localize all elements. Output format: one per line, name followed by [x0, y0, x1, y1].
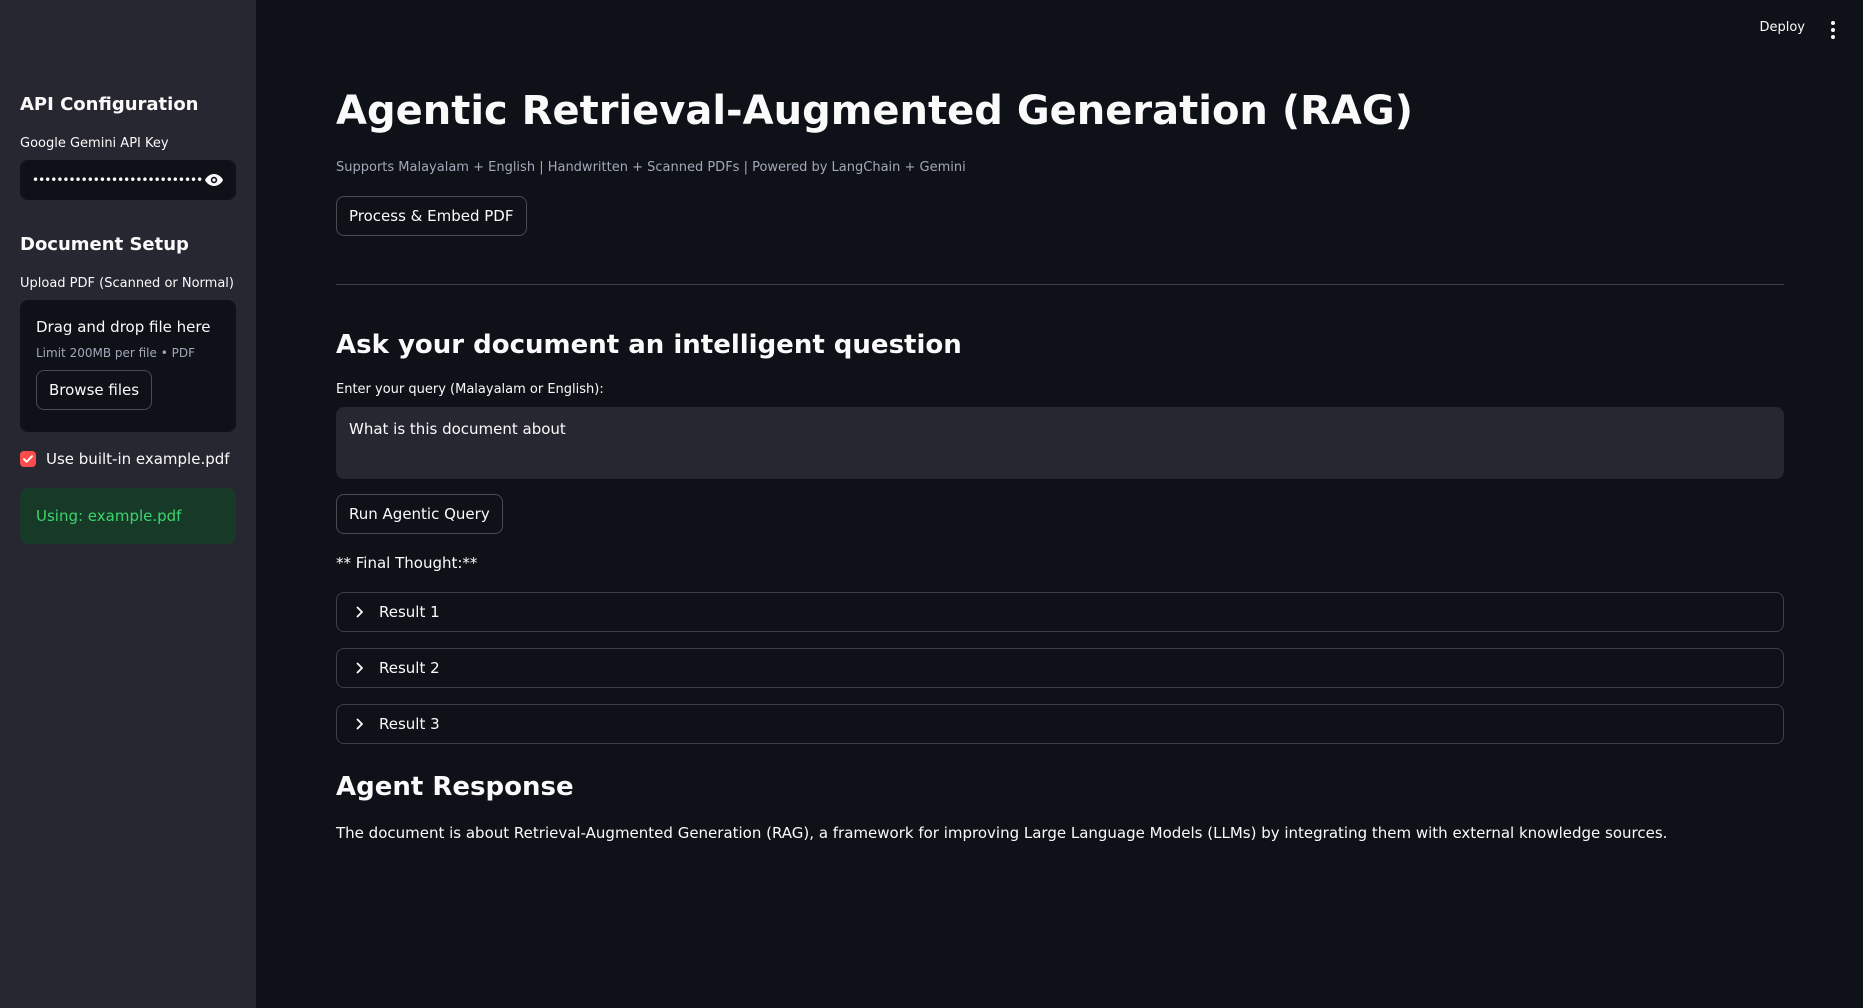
chevron-right-icon [353, 662, 365, 674]
upload-label: Upload PDF (Scanned or Normal) [20, 276, 234, 291]
process-embed-button[interactable]: Process & Embed PDF [336, 196, 527, 236]
api-key-value[interactable]: •••••••••••••••••••••••••••••••••••• [32, 173, 204, 187]
success-text: Using: example.pdf [36, 507, 182, 525]
browse-files-button[interactable]: Browse files [36, 370, 153, 410]
kebab-menu-icon[interactable] [1827, 20, 1839, 40]
deploy-button[interactable]: Deploy [1759, 20, 1805, 35]
api-config-heading: API Configuration [20, 94, 199, 115]
result-label: Result 3 [379, 715, 440, 733]
page-subtitle: Supports Malayalam + English | Handwritt… [336, 160, 966, 175]
example-pdf-checkbox-row[interactable]: Use built-in example.pdf [20, 450, 230, 468]
dropzone-limit: Limit 200MB per file • PDF [36, 346, 195, 360]
query-textarea[interactable]: What is this document about [336, 407, 1784, 479]
divider [336, 284, 1784, 285]
query-label: Enter your query (Malayalam or English): [336, 382, 604, 397]
checkbox-label: Use built-in example.pdf [46, 450, 230, 468]
api-key-field[interactable]: •••••••••••••••••••••••••••••••••••• [20, 160, 236, 200]
document-setup-heading: Document Setup [20, 234, 189, 255]
success-alert: Using: example.pdf [20, 488, 236, 544]
agent-response-text: The document is about Retrieval-Augmente… [336, 824, 1668, 842]
result-expander-2[interactable]: Result 2 [336, 648, 1784, 688]
result-expander-3[interactable]: Result 3 [336, 704, 1784, 744]
result-expander-1[interactable]: Result 1 [336, 592, 1784, 632]
chevron-right-icon [353, 606, 365, 618]
sidebar: API Configuration Google Gemini API Key … [0, 0, 256, 1008]
api-key-label: Google Gemini API Key [20, 136, 169, 151]
dropzone-title: Drag and drop file here [36, 318, 211, 336]
ask-heading: Ask your document an intelligent questio… [336, 330, 962, 360]
checkbox-checked-icon[interactable] [20, 451, 36, 467]
final-thought-text: ** Final Thought:** [336, 554, 478, 572]
eye-icon[interactable] [204, 170, 224, 190]
page-title: Agentic Retrieval-Augmented Generation (… [336, 88, 1413, 134]
result-label: Result 1 [379, 603, 440, 621]
agent-response-heading: Agent Response [336, 772, 574, 802]
run-query-button[interactable]: Run Agentic Query [336, 494, 503, 534]
chevron-right-icon [353, 718, 365, 730]
result-label: Result 2 [379, 659, 440, 677]
file-dropzone[interactable]: Drag and drop file here Limit 200MB per … [20, 300, 236, 432]
